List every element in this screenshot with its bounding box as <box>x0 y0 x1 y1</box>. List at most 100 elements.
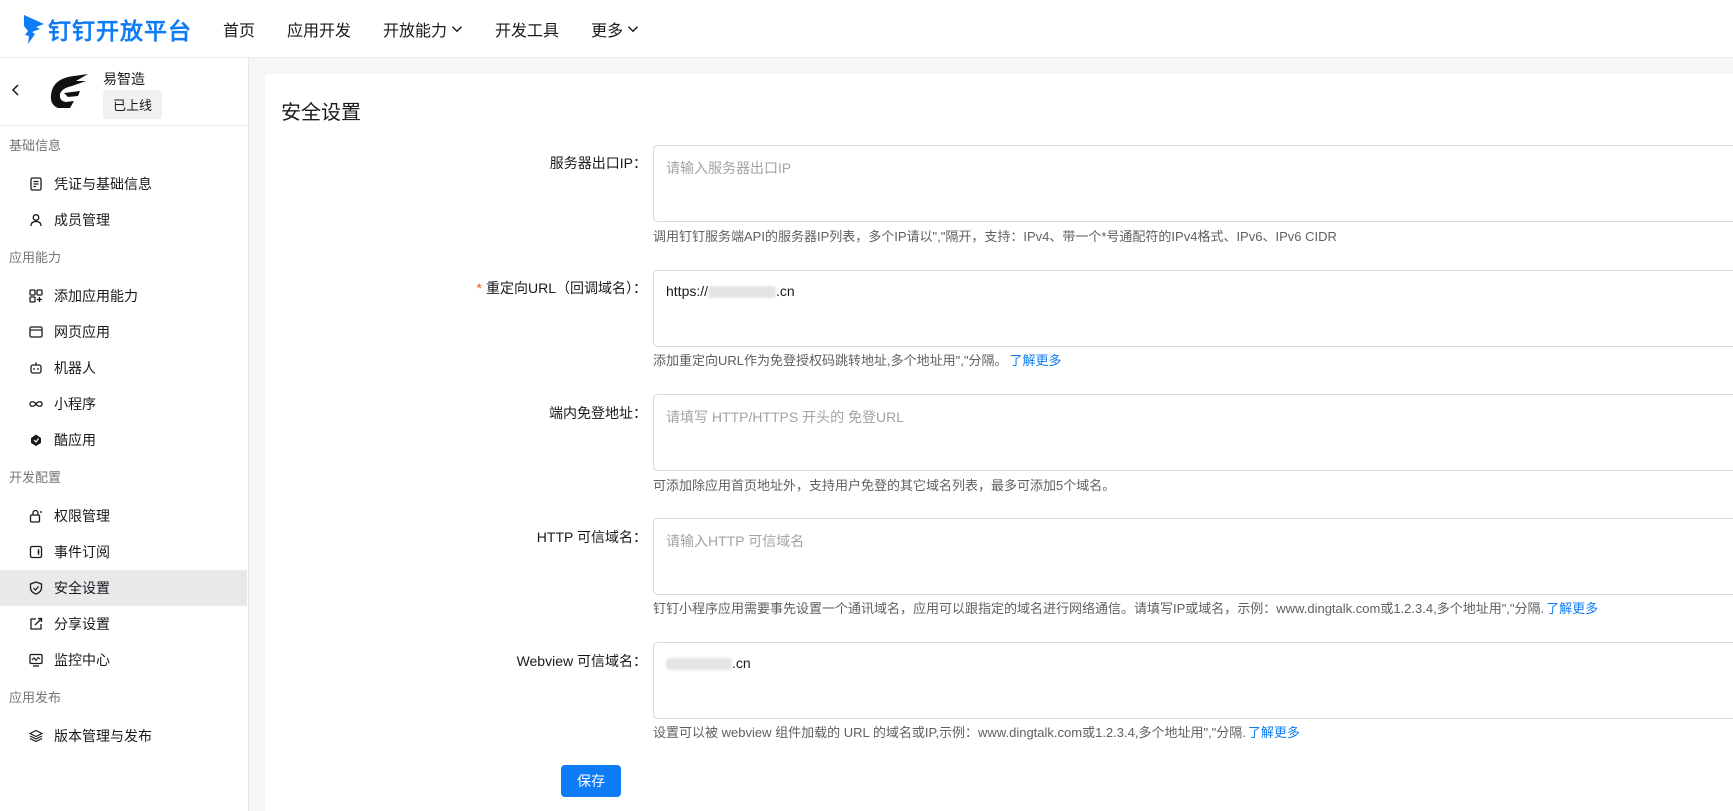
chevron-down-icon <box>452 25 463 32</box>
sidebar-item-robot[interactable]: 机器人 <box>0 350 247 386</box>
sidebar-group-title: 开发配置 <box>9 470 62 485</box>
nav-dev-tools[interactable]: 开发工具 <box>495 17 559 41</box>
add-capability-icon <box>29 289 43 303</box>
hint-text: 添加重定向URL作为免登授权码跳转地址,多个地址用","分隔。 <box>653 353 1008 368</box>
sidebar-item-web-app[interactable]: 网页应用 <box>0 314 247 350</box>
chevron-down-icon <box>628 25 639 32</box>
sidebar-item-security[interactable]: 安全设置 <box>0 570 247 606</box>
top-navigation-bar: 钉钉开放平台 首页 应用开发 开放能力 开发工具 更多 <box>0 0 1733 58</box>
nav-label: 更多 <box>591 22 624 40</box>
webview-trusted-domain-hint: 设置可以被 webview 组件加载的 URL 的域名或IP,示例：www.di… <box>653 722 1300 741</box>
redirect-url-hint: 添加重定向URL作为免登授权码跳转地址,多个地址用","分隔。 了解更多 <box>653 350 1061 369</box>
web-app-icon <box>29 326 43 338</box>
nav-label: 开发工具 <box>495 22 560 40</box>
back-arrow-icon[interactable] <box>10 82 22 98</box>
in-app-login-url-placeholder: 请填写 HTTP/HTTPS 开头的 免登URL <box>666 409 905 425</box>
learn-more-link[interactable]: 了解更多 <box>1009 353 1061 368</box>
server-ip-hint: 调用钉钉服务端API的服务器IP列表，多个IP请以","隔开，支持：IPv4、带… <box>653 229 1337 244</box>
required-asterisk: * <box>476 280 482 296</box>
sidebar-item-label: 安全设置 <box>54 580 110 596</box>
server-ip-input[interactable]: 请输入服务器出口IP <box>653 145 1733 222</box>
redirect-url-value-suffix: .cn <box>776 283 795 299</box>
webview-trusted-domain-label: Webview 可信域名： <box>517 651 647 671</box>
sidebar-item-label: 成员管理 <box>54 212 110 228</box>
http-trusted-domain-placeholder: 请输入HTTP 可信域名 <box>666 533 805 549</box>
sidebar-group-title: 应用发布 <box>9 690 62 705</box>
share-icon <box>30 617 43 630</box>
webview-domain-value-suffix: .cn <box>732 655 751 671</box>
nav-open-capabilities[interactable]: 开放能力 <box>383 17 463 41</box>
event-subscription-icon <box>29 545 43 559</box>
robot-icon <box>30 362 42 374</box>
nav-home[interactable]: 首页 <box>223 17 255 41</box>
server-ip-placeholder: 请输入服务器出口IP <box>666 160 792 176</box>
monitor-icon <box>29 653 43 667</box>
page-title: 安全设置 <box>281 102 361 124</box>
app-header: 易智造 已上线 <box>0 58 248 126</box>
sidebar-item-label: 凭证与基础信息 <box>54 176 152 192</box>
sidebar-item-label: 添加应用能力 <box>54 288 138 304</box>
hint-text: 钉钉小程序应用需要事先设置一个通讯域名，应用可以跟指定的域名进行网络通信。请填写… <box>653 601 1545 616</box>
layers-icon <box>29 729 43 743</box>
sidebar-item-add-capability[interactable]: 添加应用能力 <box>0 278 247 314</box>
sidebar-item-label: 酷应用 <box>54 432 96 448</box>
sidebar-item-credentials[interactable]: 凭证与基础信息 <box>0 166 247 202</box>
learn-more-link[interactable]: 了解更多 <box>1546 601 1598 616</box>
field-label-text: 端内免登地址： <box>549 405 647 421</box>
sidebar-item-cool-app[interactable]: 酷应用 <box>0 422 247 458</box>
credential-icon <box>30 177 42 191</box>
field-label-text: 重定向URL（回调域名）： <box>485 280 647 296</box>
nav-label: 应用开发 <box>287 22 352 40</box>
sidebar-item-label: 网页应用 <box>54 324 110 340</box>
field-label-text: Webview 可信域名： <box>516 653 647 669</box>
sidebar-item-members[interactable]: 成员管理 <box>0 202 247 238</box>
redacted-text <box>666 658 732 671</box>
nav-more[interactable]: 更多 <box>591 17 639 41</box>
field-label-text: HTTP 可信域名： <box>536 529 647 545</box>
cool-app-icon <box>31 434 41 446</box>
member-icon <box>30 214 42 227</box>
sidebar-group-title: 基础信息 <box>9 138 62 153</box>
app-name: 易智造 <box>103 71 145 87</box>
http-trusted-domain-label: HTTP 可信域名： <box>537 527 647 547</box>
webview-trusted-domain-input[interactable]: .cn <box>653 642 1733 719</box>
sidebar-item-label: 权限管理 <box>54 508 110 524</box>
sidebar-item-label: 版本管理与发布 <box>54 728 152 744</box>
in-app-login-url-input[interactable]: 请填写 HTTP/HTTPS 开头的 免登URL <box>653 394 1733 471</box>
sidebar-item-share[interactable]: 分享设置 <box>0 606 247 642</box>
app-logo <box>50 74 88 108</box>
permission-icon <box>29 509 42 523</box>
redirect-url-input[interactable]: https:// .cn <box>653 270 1733 347</box>
hint-text: 设置可以被 webview 组件加载的 URL 的域名或IP,示例：www.di… <box>653 725 1246 740</box>
sidebar-item-event-subscription[interactable]: 事件订阅 <box>0 534 247 570</box>
dingtalk-logo-icon <box>24 14 44 44</box>
http-trusted-domain-input[interactable]: 请输入HTTP 可信域名 <box>653 518 1733 595</box>
brand-logo[interactable]: 钉钉开放平台 <box>22 12 192 46</box>
in-app-login-url-label: 端内免登地址： <box>549 403 647 423</box>
nav-app-development[interactable]: 应用开发 <box>287 17 351 41</box>
nav-label: 开放能力 <box>383 22 448 40</box>
brand-name: 钉钉开放平台 <box>48 17 192 44</box>
redirect-url-value-prefix: https:// <box>666 283 709 299</box>
sidebar: 易智造 已上线 基础信息 凭证与基础信息 成员管理 应用能力 添加应用能力 网页… <box>0 58 249 811</box>
nav-label: 首页 <box>223 22 256 40</box>
sidebar-item-permissions[interactable]: 权限管理 <box>0 498 247 534</box>
shield-icon <box>29 581 43 595</box>
mini-program-icon <box>29 401 43 407</box>
save-button[interactable]: 保存 <box>561 765 621 797</box>
sidebar-item-label: 事件订阅 <box>54 544 110 560</box>
redacted-text <box>708 286 777 299</box>
server-ip-label: 服务器出口IP： <box>550 153 647 173</box>
in-app-login-url-hint: 可添加除应用首页地址外，支持用户免登的其它域名列表，最多可添加5个域名。 <box>653 478 1116 493</box>
sidebar-item-version-release[interactable]: 版本管理与发布 <box>0 718 247 754</box>
sidebar-item-monitor[interactable]: 监控中心 <box>0 642 247 678</box>
sidebar-item-mini-program[interactable]: 小程序 <box>0 386 247 422</box>
http-trusted-domain-hint: 钉钉小程序应用需要事先设置一个通讯域名，应用可以跟指定的域名进行网络通信。请填写… <box>653 598 1598 617</box>
sidebar-item-label: 监控中心 <box>54 652 110 668</box>
app-status-badge: 已上线 <box>103 90 163 119</box>
sidebar-group-title: 应用能力 <box>9 250 62 265</box>
redirect-url-label: * 重定向URL（回调域名）： <box>477 278 647 298</box>
sidebar-item-label: 小程序 <box>54 396 96 412</box>
sidebar-item-label: 分享设置 <box>54 616 110 632</box>
learn-more-link[interactable]: 了解更多 <box>1248 725 1300 740</box>
